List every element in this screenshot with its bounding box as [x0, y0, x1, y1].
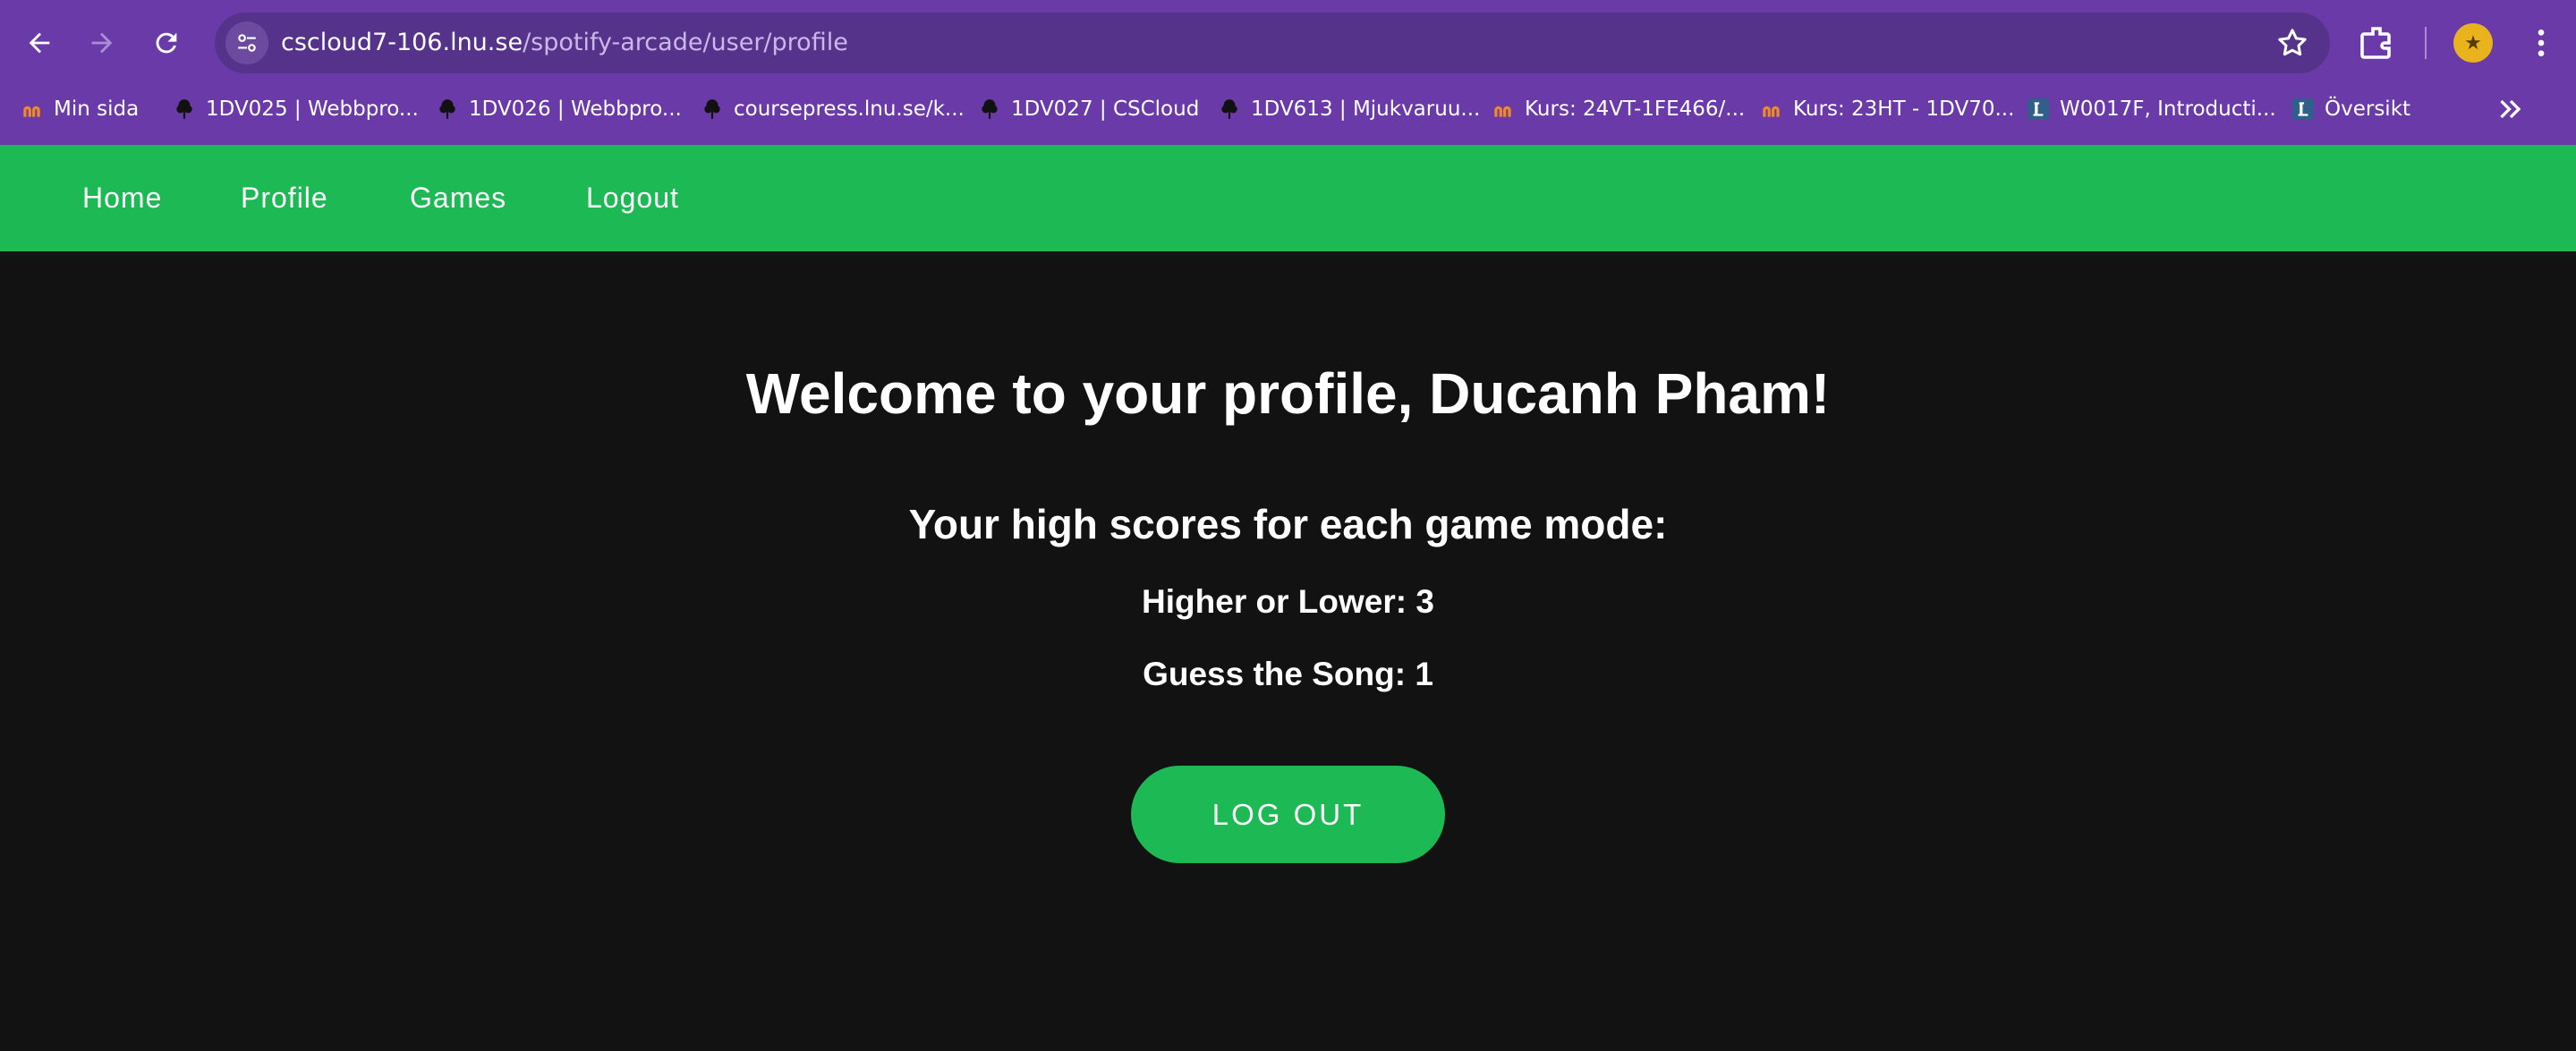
toolbar-separator — [2425, 27, 2427, 59]
bookmark-label: Kurs: 23HT - 1DV70... — [1793, 97, 2015, 121]
nav-profile-link[interactable]: Profile — [241, 182, 328, 215]
url-text[interactable]: cscloud7-106.lnu.se/spotify-arcade/user/… — [281, 29, 848, 56]
nav-logout-link[interactable]: Logout — [586, 182, 679, 215]
logout-button[interactable]: LOG OUT — [1131, 766, 1445, 863]
browser-toolbar: cscloud7-106.lnu.se/spotify-arcade/user/… — [0, 0, 2576, 86]
site-info-button[interactable] — [225, 21, 268, 64]
moodle-icon — [20, 97, 45, 122]
tree-icon — [172, 97, 197, 122]
back-button[interactable] — [16, 20, 63, 66]
forward-button[interactable] — [79, 20, 125, 66]
tree-icon — [435, 97, 460, 122]
bookmark-item[interactable]: coursepress.lnu.se/k... — [700, 88, 965, 131]
bookmark-star-icon[interactable] — [2274, 25, 2310, 61]
chevron-double-right-icon[interactable] — [2493, 93, 2529, 125]
l-icon — [2291, 97, 2316, 122]
bookmark-item[interactable]: 1DV613 | Mjukvaruu... — [1217, 88, 1480, 131]
url-host: cscloud7-106.lnu.se — [281, 29, 523, 56]
bookmark-item[interactable]: 1DV026 | Webbpro... — [435, 88, 682, 131]
tree-icon — [700, 97, 725, 122]
reload-icon — [156, 32, 177, 54]
reload-button[interactable] — [143, 20, 190, 66]
bookmark-item[interactable]: W0017F, Introducti... — [2026, 88, 2276, 131]
more-menu-icon[interactable] — [2523, 23, 2559, 63]
bookmark-label: Min sida — [54, 97, 140, 121]
bookmark-item[interactable]: Översikt — [2291, 88, 2410, 131]
bookmark-item[interactable]: 1DV027 | CSCloud — [977, 88, 1199, 131]
bookmark-label: 1DV026 | Webbpro... — [469, 97, 682, 121]
tree-icon — [1217, 97, 1242, 122]
bookmark-item[interactable]: Kurs: 23HT - 1DV70... — [1759, 88, 2014, 131]
bookmark-label: Översikt — [2325, 97, 2411, 121]
bookmark-label: 1DV027 | CSCloud — [1011, 97, 1200, 121]
moodle-icon — [1759, 97, 1784, 122]
bookmark-label: W0017F, Introducti... — [2060, 97, 2276, 121]
high-scores-heading: Your high scores for each game mode: — [908, 501, 1668, 547]
arrow-left-icon — [29, 32, 50, 54]
site-navbar: Home Profile Games Logout — [0, 145, 2576, 251]
profile-avatar[interactable]: ★ — [2453, 23, 2493, 63]
arrow-right-icon — [91, 32, 113, 54]
moodle-icon — [1491, 97, 1516, 122]
tree-icon — [977, 97, 1002, 122]
address-bar[interactable]: cscloud7-106.lnu.se/spotify-arcade/user/… — [215, 13, 2330, 73]
high-score-item: Guess the Song: 1 — [1143, 656, 1433, 692]
bookmark-label: 1DV613 | Mjukvaruu... — [1251, 97, 1481, 121]
bookmark-label: 1DV025 | Webbpro... — [206, 97, 419, 121]
bookmarks-bar: Min sida 1DV025 | Webbpro... 1DV026 | We… — [0, 88, 2576, 131]
profile-main: Welcome to your profile, Ducanh Pham! Yo… — [0, 251, 2576, 1051]
url-path: /spotify-arcade/user/profile — [523, 29, 848, 56]
bookmark-label: coursepress.lnu.se/k... — [734, 97, 965, 121]
high-score-item: Higher or Lower: 3 — [1142, 583, 1434, 620]
bookmark-item[interactable]: Min sida — [20, 88, 139, 131]
extensions-icon[interactable] — [2355, 21, 2398, 64]
nav-games-link[interactable]: Games — [410, 182, 506, 215]
l-icon — [2026, 97, 2051, 122]
browser-chrome: cscloud7-106.lnu.se/spotify-arcade/user/… — [0, 0, 2576, 145]
bookmark-item[interactable]: Kurs: 24VT-1FE466/... — [1491, 88, 1745, 131]
bookmark-label: Kurs: 24VT-1FE466/... — [1525, 97, 1746, 121]
page-title: Welcome to your profile, Ducanh Pham! — [745, 361, 1831, 426]
tune-icon — [238, 34, 256, 52]
bookmark-item[interactable]: 1DV025 | Webbpro... — [172, 88, 419, 131]
nav-home-link[interactable]: Home — [82, 182, 162, 215]
